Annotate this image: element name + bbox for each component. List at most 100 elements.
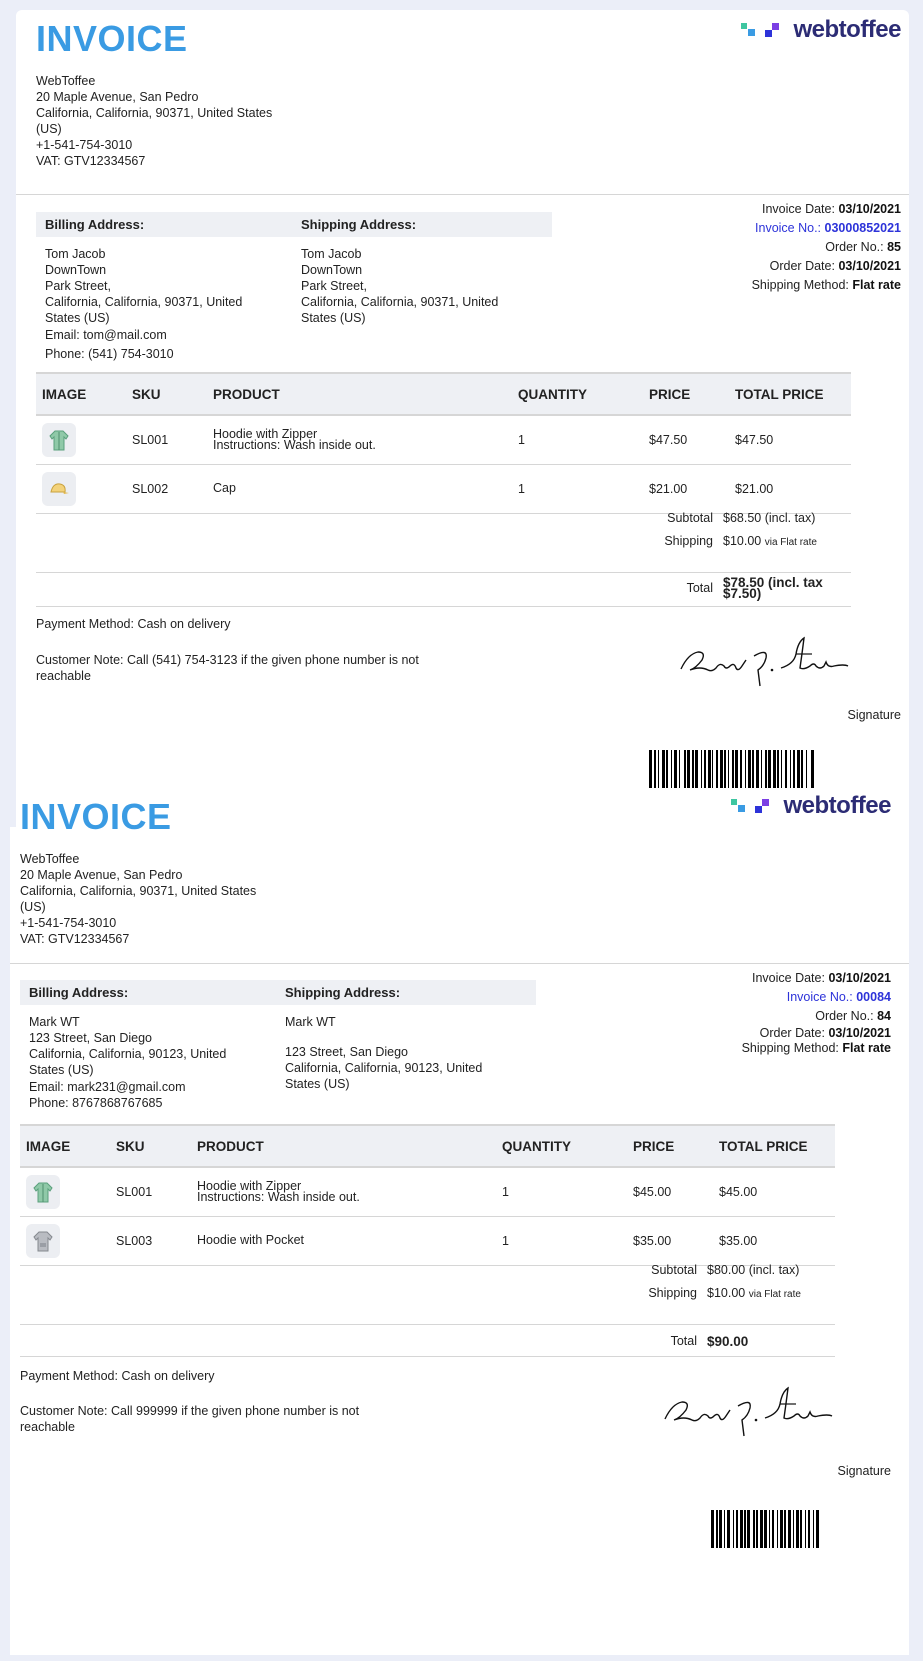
col-sku: SKU xyxy=(110,1124,191,1168)
from-line: WebToffee xyxy=(20,852,80,866)
table-row: SL002 Cap 1 $21.00 $21.00 xyxy=(36,464,851,514)
table-header-row: IMAGE SKU PRODUCT QUANTITY PRICE TOTAL P… xyxy=(20,1124,835,1168)
subtotal-value: $68.50 (incl. tax) xyxy=(723,511,816,525)
hoodie-pocket-icon xyxy=(26,1223,60,1258)
product-cell: Hoodie with Zipper Instructions: Wash ins… xyxy=(191,1167,496,1217)
qty-cell: 1 xyxy=(496,1216,627,1266)
divider xyxy=(10,963,909,964)
signature-label: Signature xyxy=(837,1464,891,1478)
invoice-no-label: Invoice No.: xyxy=(786,990,853,1004)
price-cell: $21.00 xyxy=(643,464,729,514)
shipping-line xyxy=(285,1030,527,1044)
totals: Subtotal $68.50 (incl. tax) Shipping $10… xyxy=(36,508,851,608)
totals: Subtotal $80.00 (incl. tax) Shipping $10… xyxy=(20,1260,835,1360)
qty-cell: 1 xyxy=(512,464,643,514)
billing-phone: Phone: (541) 754-3010 xyxy=(45,347,174,361)
col-sku: SKU xyxy=(126,372,207,416)
total-cell: $35.00 xyxy=(713,1216,835,1266)
customer-note: Customer Note: Call 999999 if the given … xyxy=(20,1404,360,1434)
shipping-value: $10.00 xyxy=(707,1286,746,1300)
billing-line: DownTown xyxy=(45,263,107,277)
col-product: PRODUCT xyxy=(191,1124,496,1168)
shipping-line: Mark WT xyxy=(285,1015,336,1029)
barcode xyxy=(711,1510,891,1548)
invoice-2-content: INVOICE webtoffee WebToffee 20 Maple Ave… xyxy=(10,778,909,1655)
shipping-value: $10.00 xyxy=(723,534,762,548)
product-instructions: Instructions: Wash inside out. xyxy=(197,1189,360,1204)
total-label: Total xyxy=(686,581,713,595)
hoodie-zipper-icon xyxy=(26,1174,60,1209)
col-price: PRICE xyxy=(643,372,729,416)
logo-text: webtoffee xyxy=(783,792,891,819)
billing-heading: Billing Address: xyxy=(36,212,296,237)
payment-method: Payment Method: Cash on delivery xyxy=(20,1369,215,1383)
order-no: 85 xyxy=(887,240,901,254)
sku-cell: SL001 xyxy=(110,1167,191,1217)
shipping-line: States (US) xyxy=(285,1077,350,1091)
shipping-method: Flat rate xyxy=(842,1041,891,1055)
product-name: Hoodie with Pocket xyxy=(197,1233,305,1247)
total-value: $90.00 xyxy=(707,1334,749,1349)
divider xyxy=(20,1324,835,1325)
billing-phone: Phone: 8767868767685 xyxy=(29,1096,163,1110)
shipping-line: Tom Jacob xyxy=(301,247,362,261)
order-date-label: Order Date: xyxy=(759,1026,825,1040)
billing-email: Email: mark231@gmail.com xyxy=(29,1080,186,1094)
table-row: SL001 Hoodie with Zipper Instructions: Wa… xyxy=(20,1167,835,1217)
order-date-label: Order Date: xyxy=(769,259,835,273)
product-cell: Cap xyxy=(207,464,512,514)
from-line: (US) xyxy=(36,122,62,136)
billing-line: States (US) xyxy=(45,311,110,325)
hoodie-zipper-icon xyxy=(42,422,76,457)
order-date: 03/10/2021 xyxy=(828,1026,891,1040)
product-name: Cap xyxy=(213,481,236,495)
table-header-row: IMAGE SKU PRODUCT QUANTITY PRICE TOTAL P… xyxy=(36,372,851,416)
logo-mark-icon xyxy=(731,799,770,813)
from-line: 20 Maple Avenue, San Pedro xyxy=(36,90,199,104)
col-total-price: TOTAL PRICE xyxy=(729,372,851,416)
subtotal-row: Subtotal $80.00 (incl. tax) xyxy=(617,1263,835,1277)
from-line: California, California, 90371, United St… xyxy=(20,884,257,898)
invoice-no: 00084 xyxy=(856,990,891,1004)
total-row: Total $78.50 (incl. tax $7.50) xyxy=(633,576,851,601)
items-table: IMAGE SKU PRODUCT QUANTITY PRICE TOTAL P… xyxy=(20,1124,835,1266)
price-cell: $35.00 xyxy=(627,1216,713,1266)
invoice-no-label: Invoice No.: xyxy=(755,221,822,235)
table-row: SL001 Hoodie with Zipper Instructions: Wa… xyxy=(36,415,851,465)
shipping-line: California, California, 90123, United xyxy=(285,1061,483,1075)
col-quantity: QUANTITY xyxy=(496,1124,627,1168)
order-no-label: Order No.: xyxy=(815,1009,874,1023)
col-product: PRODUCT xyxy=(207,372,512,416)
qty-cell: 1 xyxy=(512,415,643,465)
billing-line: 123 Street, San Diego xyxy=(29,1031,152,1045)
customer-note: Customer Note: Call (541) 754-3123 if th… xyxy=(36,653,419,683)
total-row: Total $90.00 xyxy=(617,1334,835,1349)
cap-icon xyxy=(42,471,76,506)
billing-line: Park Street, xyxy=(45,279,111,293)
price-cell: $47.50 xyxy=(643,415,729,465)
shipping-line: Park Street, xyxy=(301,279,367,293)
shipping-method-label: Shipping Method: xyxy=(751,278,849,292)
logo-text: webtoffee xyxy=(793,16,901,43)
logo-mark-icon xyxy=(741,23,780,37)
invoice-title: INVOICE xyxy=(36,18,188,59)
from-line: 20 Maple Avenue, San Pedro xyxy=(20,868,183,882)
from-line: (US) xyxy=(20,900,46,914)
invoice-meta: Invoice Date: 03/10/2021 Invoice No.: 00… xyxy=(742,969,891,1056)
invoice-date-label: Invoice Date: xyxy=(751,971,825,985)
billing-heading: Billing Address: xyxy=(20,980,280,1005)
total-cell: $21.00 xyxy=(729,464,851,514)
product-instructions: Instructions: Wash inside out. xyxy=(213,437,376,452)
signature-image xyxy=(664,1386,833,1437)
shipping-row: Shipping $10.00 via Flat rate xyxy=(617,1286,835,1300)
from-line: +1-541-754-3010 xyxy=(20,916,117,930)
total-cell: $47.50 xyxy=(729,415,851,465)
total-label: Total xyxy=(670,1334,697,1348)
company-logo: webtoffee xyxy=(741,16,901,44)
divider xyxy=(20,1356,835,1357)
qty-cell: 1 xyxy=(496,1167,627,1217)
product-cell: Hoodie with Pocket xyxy=(191,1216,496,1266)
shipping-line: States (US) xyxy=(301,311,366,325)
shipping-line: 123 Street, San Diego xyxy=(285,1045,408,1059)
payment-method: Payment Method: Cash on delivery xyxy=(36,617,231,631)
